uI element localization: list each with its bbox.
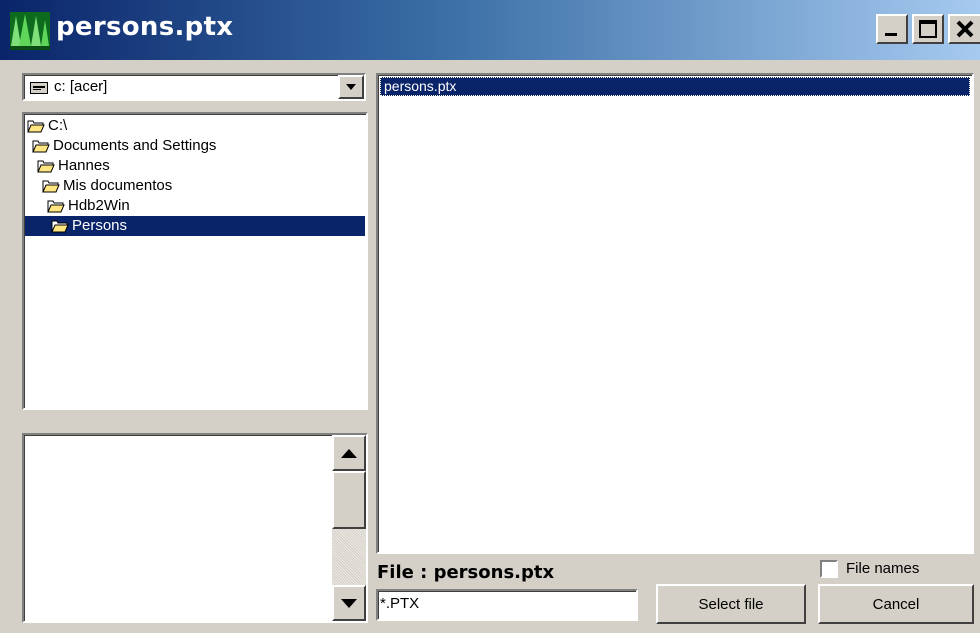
drive-select[interactable]: c: [acer]: [22, 73, 366, 101]
scroll-up-button[interactable]: [332, 435, 366, 471]
chevron-down-icon: [346, 84, 356, 90]
close-icon: [956, 20, 974, 38]
tree-item-label: Mis documentos: [63, 177, 173, 194]
tree-item[interactable]: C:\: [27, 116, 67, 136]
folder-open-icon: [42, 180, 60, 193]
vertical-scrollbar[interactable]: [332, 435, 366, 621]
tree-item-label: Hannes: [58, 157, 110, 174]
folder-open-icon: [47, 200, 65, 213]
scroll-thumb[interactable]: [332, 471, 366, 529]
folder-tree[interactable]: C:\ Documents and Settings Hannes Mis do…: [22, 112, 368, 410]
scroll-down-button[interactable]: [332, 585, 366, 621]
file-list-item-selected[interactable]: persons.ptx: [380, 77, 970, 96]
tree-item[interactable]: Hdb2Win: [47, 196, 130, 216]
filter-input-value: *.PTX: [380, 595, 420, 612]
tree-item[interactable]: Mis documentos: [42, 176, 172, 196]
cancel-button[interactable]: Cancel: [818, 584, 974, 624]
filter-input[interactable]: *.PTX: [376, 589, 638, 621]
arrow-down-icon: [341, 598, 357, 608]
minimize-icon: [885, 33, 897, 36]
file-names-label: File names: [846, 560, 920, 577]
folder-open-icon: [37, 160, 55, 173]
preview-list[interactable]: [22, 433, 368, 623]
maximize-icon: [919, 20, 937, 38]
tree-item-label: C:\: [48, 117, 68, 134]
file-names-checkbox[interactable]: [820, 560, 838, 578]
select-file-button[interactable]: Select file: [656, 584, 806, 624]
tree-item-label: Persons: [72, 217, 128, 234]
tree-item-selected[interactable]: Persons: [25, 216, 365, 236]
folder-open-icon: [32, 140, 50, 153]
file-list[interactable]: persons.ptx: [376, 73, 974, 554]
drive-dropdown-button[interactable]: [338, 75, 364, 99]
drive-icon: [30, 82, 48, 94]
arrow-up-icon: [341, 448, 357, 458]
title-bar[interactable]: persons.ptx: [0, 0, 980, 60]
tree-item[interactable]: Hannes: [37, 156, 110, 176]
tree-item-label: Documents and Settings: [53, 137, 217, 154]
minimize-button[interactable]: [876, 14, 908, 44]
folder-open-icon: [27, 120, 45, 133]
maximize-button[interactable]: [912, 14, 944, 44]
drive-value: c: [acer]: [54, 78, 108, 95]
app-tree-icon: [10, 12, 50, 50]
tree-item-label: Hdb2Win: [68, 197, 130, 214]
tree-item[interactable]: Documents and Settings: [32, 136, 216, 156]
close-button[interactable]: [948, 14, 980, 44]
window-title: persons.ptx: [56, 12, 234, 42]
folder-open-icon: [51, 220, 69, 233]
selected-file-label: File : persons.ptx: [377, 562, 555, 583]
